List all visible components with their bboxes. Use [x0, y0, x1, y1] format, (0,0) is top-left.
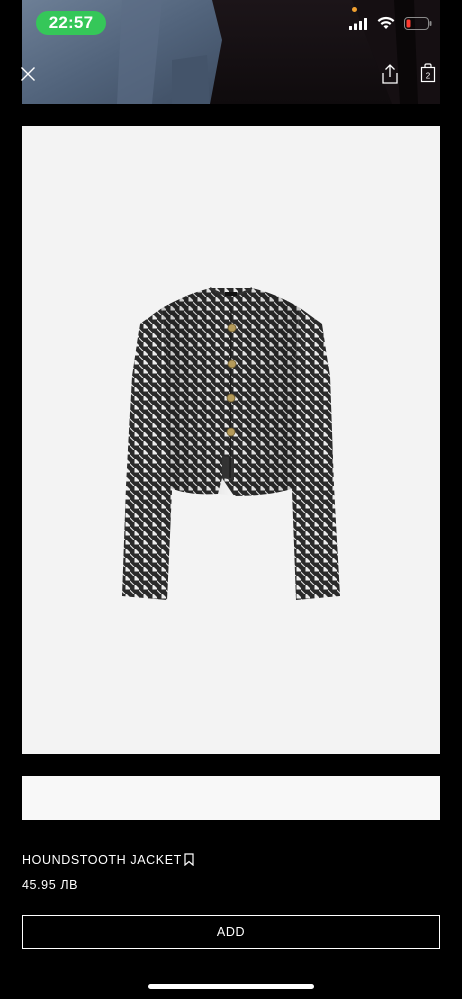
bag-count: 2: [426, 72, 431, 81]
add-to-cart-button[interactable]: ADD: [22, 915, 440, 949]
status-time[interactable]: 22:57: [36, 11, 106, 35]
bookmark-icon[interactable]: [184, 853, 194, 866]
home-indicator[interactable]: [148, 984, 314, 989]
product-image-secondary[interactable]: [22, 776, 440, 820]
shopping-bag-button[interactable]: 2: [420, 63, 436, 88]
jacket-illustration: [122, 287, 340, 600]
cellular-signal-icon: [349, 18, 367, 30]
status-bar: 22:57: [0, 0, 462, 44]
close-icon[interactable]: [20, 66, 36, 82]
product-name: HOUNDSTOOTH JACKET: [22, 853, 182, 867]
battery-low-icon: [404, 17, 432, 30]
wifi-icon: [377, 16, 395, 29]
product-price: 45.95 ЛВ: [22, 878, 79, 892]
share-icon[interactable]: [380, 63, 400, 85]
product-image[interactable]: [22, 126, 440, 754]
privacy-indicator-dot: [352, 7, 357, 12]
shopping-bag-icon: 2: [420, 63, 436, 83]
